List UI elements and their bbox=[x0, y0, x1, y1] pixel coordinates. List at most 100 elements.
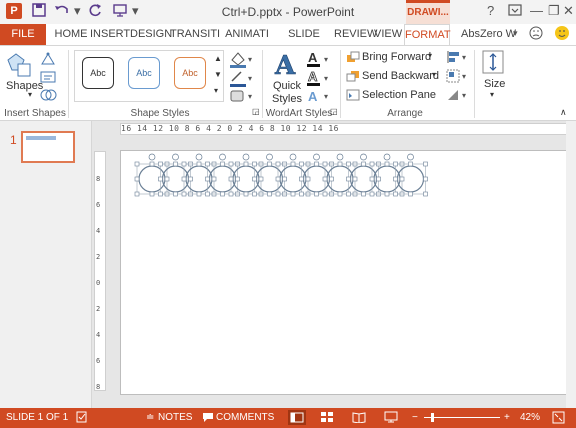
spell-check-icon[interactable] bbox=[76, 411, 88, 426]
resize-handle[interactable] bbox=[134, 161, 140, 167]
resize-handle[interactable] bbox=[149, 161, 155, 167]
resize-handle[interactable] bbox=[243, 161, 249, 167]
resize-handle[interactable] bbox=[235, 176, 240, 182]
shapes-icon[interactable] bbox=[6, 52, 32, 81]
tab-animations[interactable]: ANIMATI bbox=[222, 24, 272, 45]
resize-handle[interactable] bbox=[337, 161, 343, 167]
resize-handle[interactable] bbox=[252, 191, 257, 197]
resize-handle[interactable] bbox=[299, 161, 304, 167]
resize-handle[interactable] bbox=[352, 176, 358, 182]
size-button-label[interactable]: Size bbox=[484, 78, 505, 90]
resize-handle[interactable] bbox=[196, 161, 202, 167]
resize-handle[interactable] bbox=[134, 176, 140, 182]
resize-handle[interactable] bbox=[314, 191, 319, 197]
bring-forward-button[interactable]: Bring Forward bbox=[362, 51, 431, 63]
merge-shapes-icon[interactable] bbox=[40, 88, 58, 105]
rotation-handle[interactable] bbox=[266, 153, 273, 161]
selected-circle-shape[interactable] bbox=[181, 153, 217, 197]
send-backward-button[interactable]: Send Backward bbox=[362, 70, 439, 82]
tab-review[interactable]: REVIEW bbox=[334, 24, 377, 45]
resize-handle[interactable] bbox=[196, 191, 202, 197]
resize-handle[interactable] bbox=[369, 176, 375, 182]
shape-style-1[interactable]: Abc bbox=[82, 57, 114, 89]
size-icon[interactable] bbox=[482, 50, 504, 77]
shape-effects-icon[interactable]: ▾ bbox=[228, 88, 256, 107]
resize-handle[interactable] bbox=[205, 161, 210, 167]
wordart-launcher-icon[interactable]: ◲ bbox=[330, 107, 338, 116]
shape-fill-icon[interactable]: ▾ bbox=[228, 50, 256, 71]
resize-handle[interactable] bbox=[361, 191, 366, 197]
normal-view-icon[interactable] bbox=[288, 410, 306, 425]
gallery-more-icon[interactable]: ▾ bbox=[214, 86, 218, 95]
resize-handle[interactable] bbox=[423, 191, 428, 197]
resize-handle[interactable] bbox=[173, 191, 178, 197]
user-account[interactable]: AbsZero W bbox=[461, 28, 516, 40]
resize-handle[interactable] bbox=[376, 176, 381, 182]
resize-handle[interactable] bbox=[252, 176, 257, 182]
resize-handle[interactable] bbox=[158, 161, 163, 167]
rotation-handle[interactable] bbox=[172, 153, 179, 161]
zoom-slider-thumb[interactable] bbox=[431, 413, 434, 422]
rotate-icon[interactable]: ▾ bbox=[446, 88, 470, 105]
selected-circle-shape[interactable] bbox=[252, 153, 287, 197]
resize-handle[interactable] bbox=[228, 161, 234, 167]
minimize-icon[interactable]: — bbox=[530, 3, 543, 18]
resize-handle[interactable] bbox=[267, 161, 272, 167]
selected-circle-shape[interactable] bbox=[393, 153, 428, 197]
selected-circle-shape[interactable] bbox=[134, 153, 170, 197]
rotation-handle[interactable] bbox=[383, 153, 391, 161]
resize-handle[interactable] bbox=[290, 161, 296, 167]
resize-handle[interactable] bbox=[393, 191, 398, 197]
tab-design[interactable]: DESIGN bbox=[130, 24, 172, 45]
selected-circle-shape[interactable] bbox=[322, 153, 358, 197]
horizontal-ruler[interactable]: 16 14 12 10 8 6 4 2 0 2 4 6 8 10 12 14 1… bbox=[120, 123, 568, 135]
rotation-handle[interactable] bbox=[313, 153, 320, 161]
resize-handle[interactable] bbox=[329, 176, 334, 182]
selected-circle-shape[interactable] bbox=[369, 153, 405, 197]
close-icon[interactable]: ✕ bbox=[563, 3, 574, 19]
rotation-handle[interactable] bbox=[242, 153, 250, 161]
resize-handle[interactable] bbox=[346, 176, 351, 182]
zoom-level[interactable]: 42% bbox=[520, 412, 540, 423]
resize-handle[interactable] bbox=[290, 191, 296, 197]
resize-handle[interactable] bbox=[228, 191, 234, 197]
slide-show-icon[interactable] bbox=[384, 411, 398, 426]
resize-handle[interactable] bbox=[205, 191, 210, 197]
tab-format[interactable]: FORMAT bbox=[404, 24, 451, 45]
bring-forward-dropdown-icon[interactable]: ▾ bbox=[428, 51, 432, 60]
tab-file[interactable]: FILE bbox=[0, 24, 46, 45]
edit-shape-icon[interactable] bbox=[40, 52, 58, 69]
tab-view[interactable]: VIEW bbox=[374, 24, 402, 45]
selected-shapes-row[interactable] bbox=[121, 151, 569, 396]
resize-handle[interactable] bbox=[181, 161, 187, 167]
tab-home[interactable]: HOME bbox=[52, 24, 90, 45]
rotation-handle[interactable] bbox=[148, 153, 156, 161]
resize-handle[interactable] bbox=[346, 191, 351, 197]
resize-handle[interactable] bbox=[134, 191, 140, 197]
tab-slide-show[interactable]: SLIDE SHO bbox=[276, 24, 332, 61]
resize-handle[interactable] bbox=[322, 191, 328, 197]
reading-view-icon[interactable] bbox=[352, 411, 366, 426]
resize-handle[interactable] bbox=[275, 161, 281, 167]
resize-handle[interactable] bbox=[205, 176, 210, 182]
resize-handle[interactable] bbox=[346, 161, 351, 167]
gallery-scroll-up-icon[interactable]: ▲ bbox=[214, 54, 222, 63]
rotation-handle[interactable] bbox=[360, 153, 367, 161]
send-backward-dropdown-icon[interactable]: ▾ bbox=[432, 70, 436, 79]
text-effects-icon[interactable]: A ▾ bbox=[306, 88, 334, 107]
rotation-handle[interactable] bbox=[219, 153, 226, 161]
resize-handle[interactable] bbox=[158, 176, 163, 182]
resize-handle[interactable] bbox=[149, 191, 155, 197]
resize-handle[interactable] bbox=[258, 176, 264, 182]
quick-styles-label[interactable]: Quick Styles bbox=[272, 80, 302, 106]
selected-circle-shape[interactable] bbox=[275, 153, 311, 197]
resize-handle[interactable] bbox=[181, 176, 187, 182]
restore-icon[interactable]: ❐ bbox=[548, 3, 560, 19]
selected-circle-shape[interactable] bbox=[205, 153, 240, 197]
shape-style-2[interactable]: Abc bbox=[128, 57, 160, 89]
resize-handle[interactable] bbox=[399, 176, 405, 182]
resize-handle[interactable] bbox=[164, 176, 170, 182]
resize-handle[interactable] bbox=[158, 191, 163, 197]
resize-handle[interactable] bbox=[408, 161, 413, 167]
size-dropdown-icon[interactable]: ▾ bbox=[490, 90, 494, 99]
